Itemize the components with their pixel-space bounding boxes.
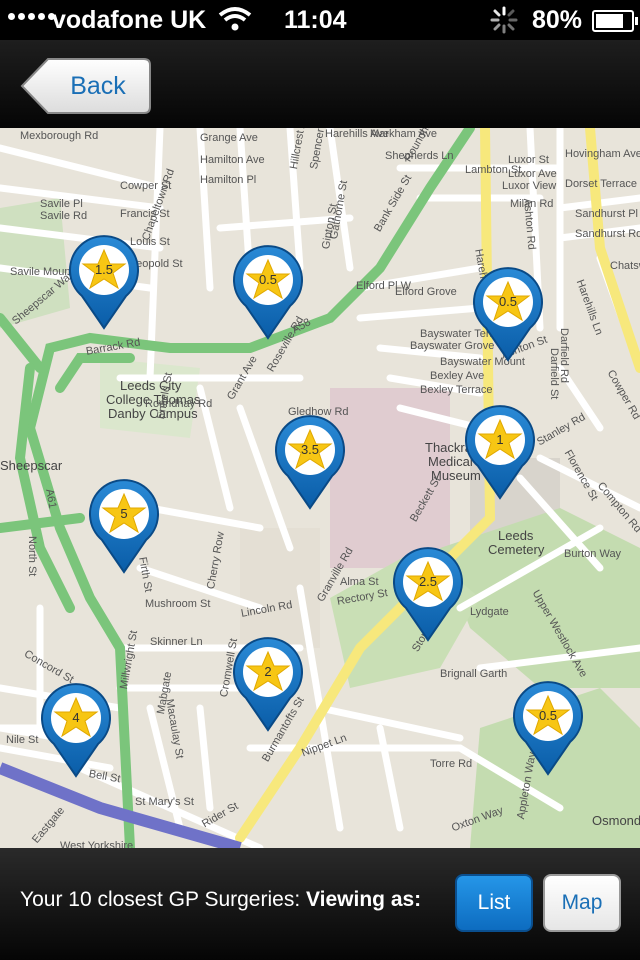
street-label: Alma St <box>340 576 379 588</box>
street-label: Mexborough Rd <box>20 130 99 142</box>
pin-distance-label: 0.5 <box>258 272 278 287</box>
street-label: Chatsworth <box>610 260 640 272</box>
street-label: Burton Way <box>564 548 622 560</box>
street-label: Brignall Garth <box>440 668 508 680</box>
street-label: Leeds <box>498 528 534 543</box>
map-view[interactable]: Mexborough Rd Grange Ave Hamilton Ave Hamil… <box>0 128 640 848</box>
surgery-pin-9[interactable]: 4 <box>38 682 114 778</box>
pin-distance-label: 1.5 <box>94 262 114 277</box>
street-label: Lydgate <box>470 606 509 618</box>
street-label: Cemetery <box>488 542 545 557</box>
carrier-name: vodafone UK <box>52 6 207 34</box>
surgery-pin-6[interactable]: 5 <box>86 478 162 574</box>
street-label: Bexley Terrace <box>420 384 493 396</box>
street-label: Luxor St <box>508 154 549 166</box>
street-label: Hamilton Ave <box>200 154 265 166</box>
pin-distance-label: 1 <box>496 432 504 447</box>
signal-icon <box>8 13 55 20</box>
pin-distance-label: 2.5 <box>418 574 438 589</box>
pin-distance-label: 0.5 <box>538 708 558 723</box>
street-label: Luxor View <box>502 180 557 192</box>
surgery-pin-3[interactable]: 0.5 <box>470 266 546 362</box>
back-button[interactable]: Back <box>20 57 152 115</box>
surgery-pin-5[interactable]: 1 <box>462 404 538 500</box>
status-bar: vodafone UK 11:04 80% <box>0 0 640 40</box>
surgery-pin-8[interactable]: 2 <box>230 636 306 732</box>
surgery-pin-10[interactable]: 0.5 <box>510 680 586 776</box>
street-label: Savile Rd <box>40 210 88 222</box>
surgery-count-caption: Your 10 closest GP Surgeries: Viewing as… <box>20 888 421 912</box>
battery-percent: 80% <box>532 6 583 34</box>
nav-bar: Back <box>0 40 640 128</box>
pin-distance-label: 3.5 <box>300 442 320 457</box>
street-label: Hovingham Ave <box>565 148 640 160</box>
wifi-icon <box>218 6 252 39</box>
caption-prefix: Your 10 closest GP Surgeries: <box>20 888 301 911</box>
surgery-pin-4[interactable]: 3.5 <box>272 414 348 510</box>
street-label: Osmond <box>592 813 640 828</box>
activity-spinner-icon <box>490 6 518 41</box>
street-label: Hamilton Pl <box>200 174 257 186</box>
street-label: Roundhay Rd <box>145 398 213 410</box>
list-view-button[interactable]: List <box>455 874 533 932</box>
street-label: St Mary's St <box>135 796 194 808</box>
pin-distance-label: 0.5 <box>498 294 518 309</box>
street-label: Grange Ave <box>200 132 258 144</box>
back-button-label: Back <box>70 72 126 100</box>
clock: 11:04 <box>284 6 347 34</box>
bottom-toolbar: Your 10 closest GP Surgeries: Viewing as… <box>0 848 640 960</box>
street-label: Mushroom St <box>145 598 211 610</box>
surgery-pin-1[interactable]: 1.5 <box>66 234 142 330</box>
street-label: Nile St <box>6 734 39 746</box>
pin-distance-label: 5 <box>120 506 128 521</box>
surgery-pin-2[interactable]: 0.5 <box>230 244 306 340</box>
street-label: Sheepscar <box>0 458 63 473</box>
street-label: North St <box>26 536 38 577</box>
street-label: Darfield St <box>548 348 560 400</box>
street-label: West Yorkshire <box>60 840 134 848</box>
surgery-pin-7[interactable]: 2.5 <box>390 546 466 642</box>
street-label: Sandhurst Rd <box>575 228 640 240</box>
caption-viewing-as: Viewing as: <box>306 888 422 911</box>
street-label: Torre Rd <box>430 758 473 770</box>
street-label: Bexley Ave <box>430 370 485 382</box>
pin-distance-label: 4 <box>72 710 80 725</box>
street-label: Elford Grove <box>395 286 457 298</box>
street-label: Sandhurst Pl <box>575 208 638 220</box>
battery-icon <box>592 10 638 32</box>
street-label: Savile Pl <box>40 198 83 210</box>
street-label: Dorset Terrace <box>565 178 637 190</box>
street-label: Skinner Ln <box>150 636 203 648</box>
pin-distance-label: 2 <box>264 664 272 679</box>
street-label: Luxor Ave <box>508 168 557 180</box>
map-view-button[interactable]: Map <box>543 874 621 932</box>
